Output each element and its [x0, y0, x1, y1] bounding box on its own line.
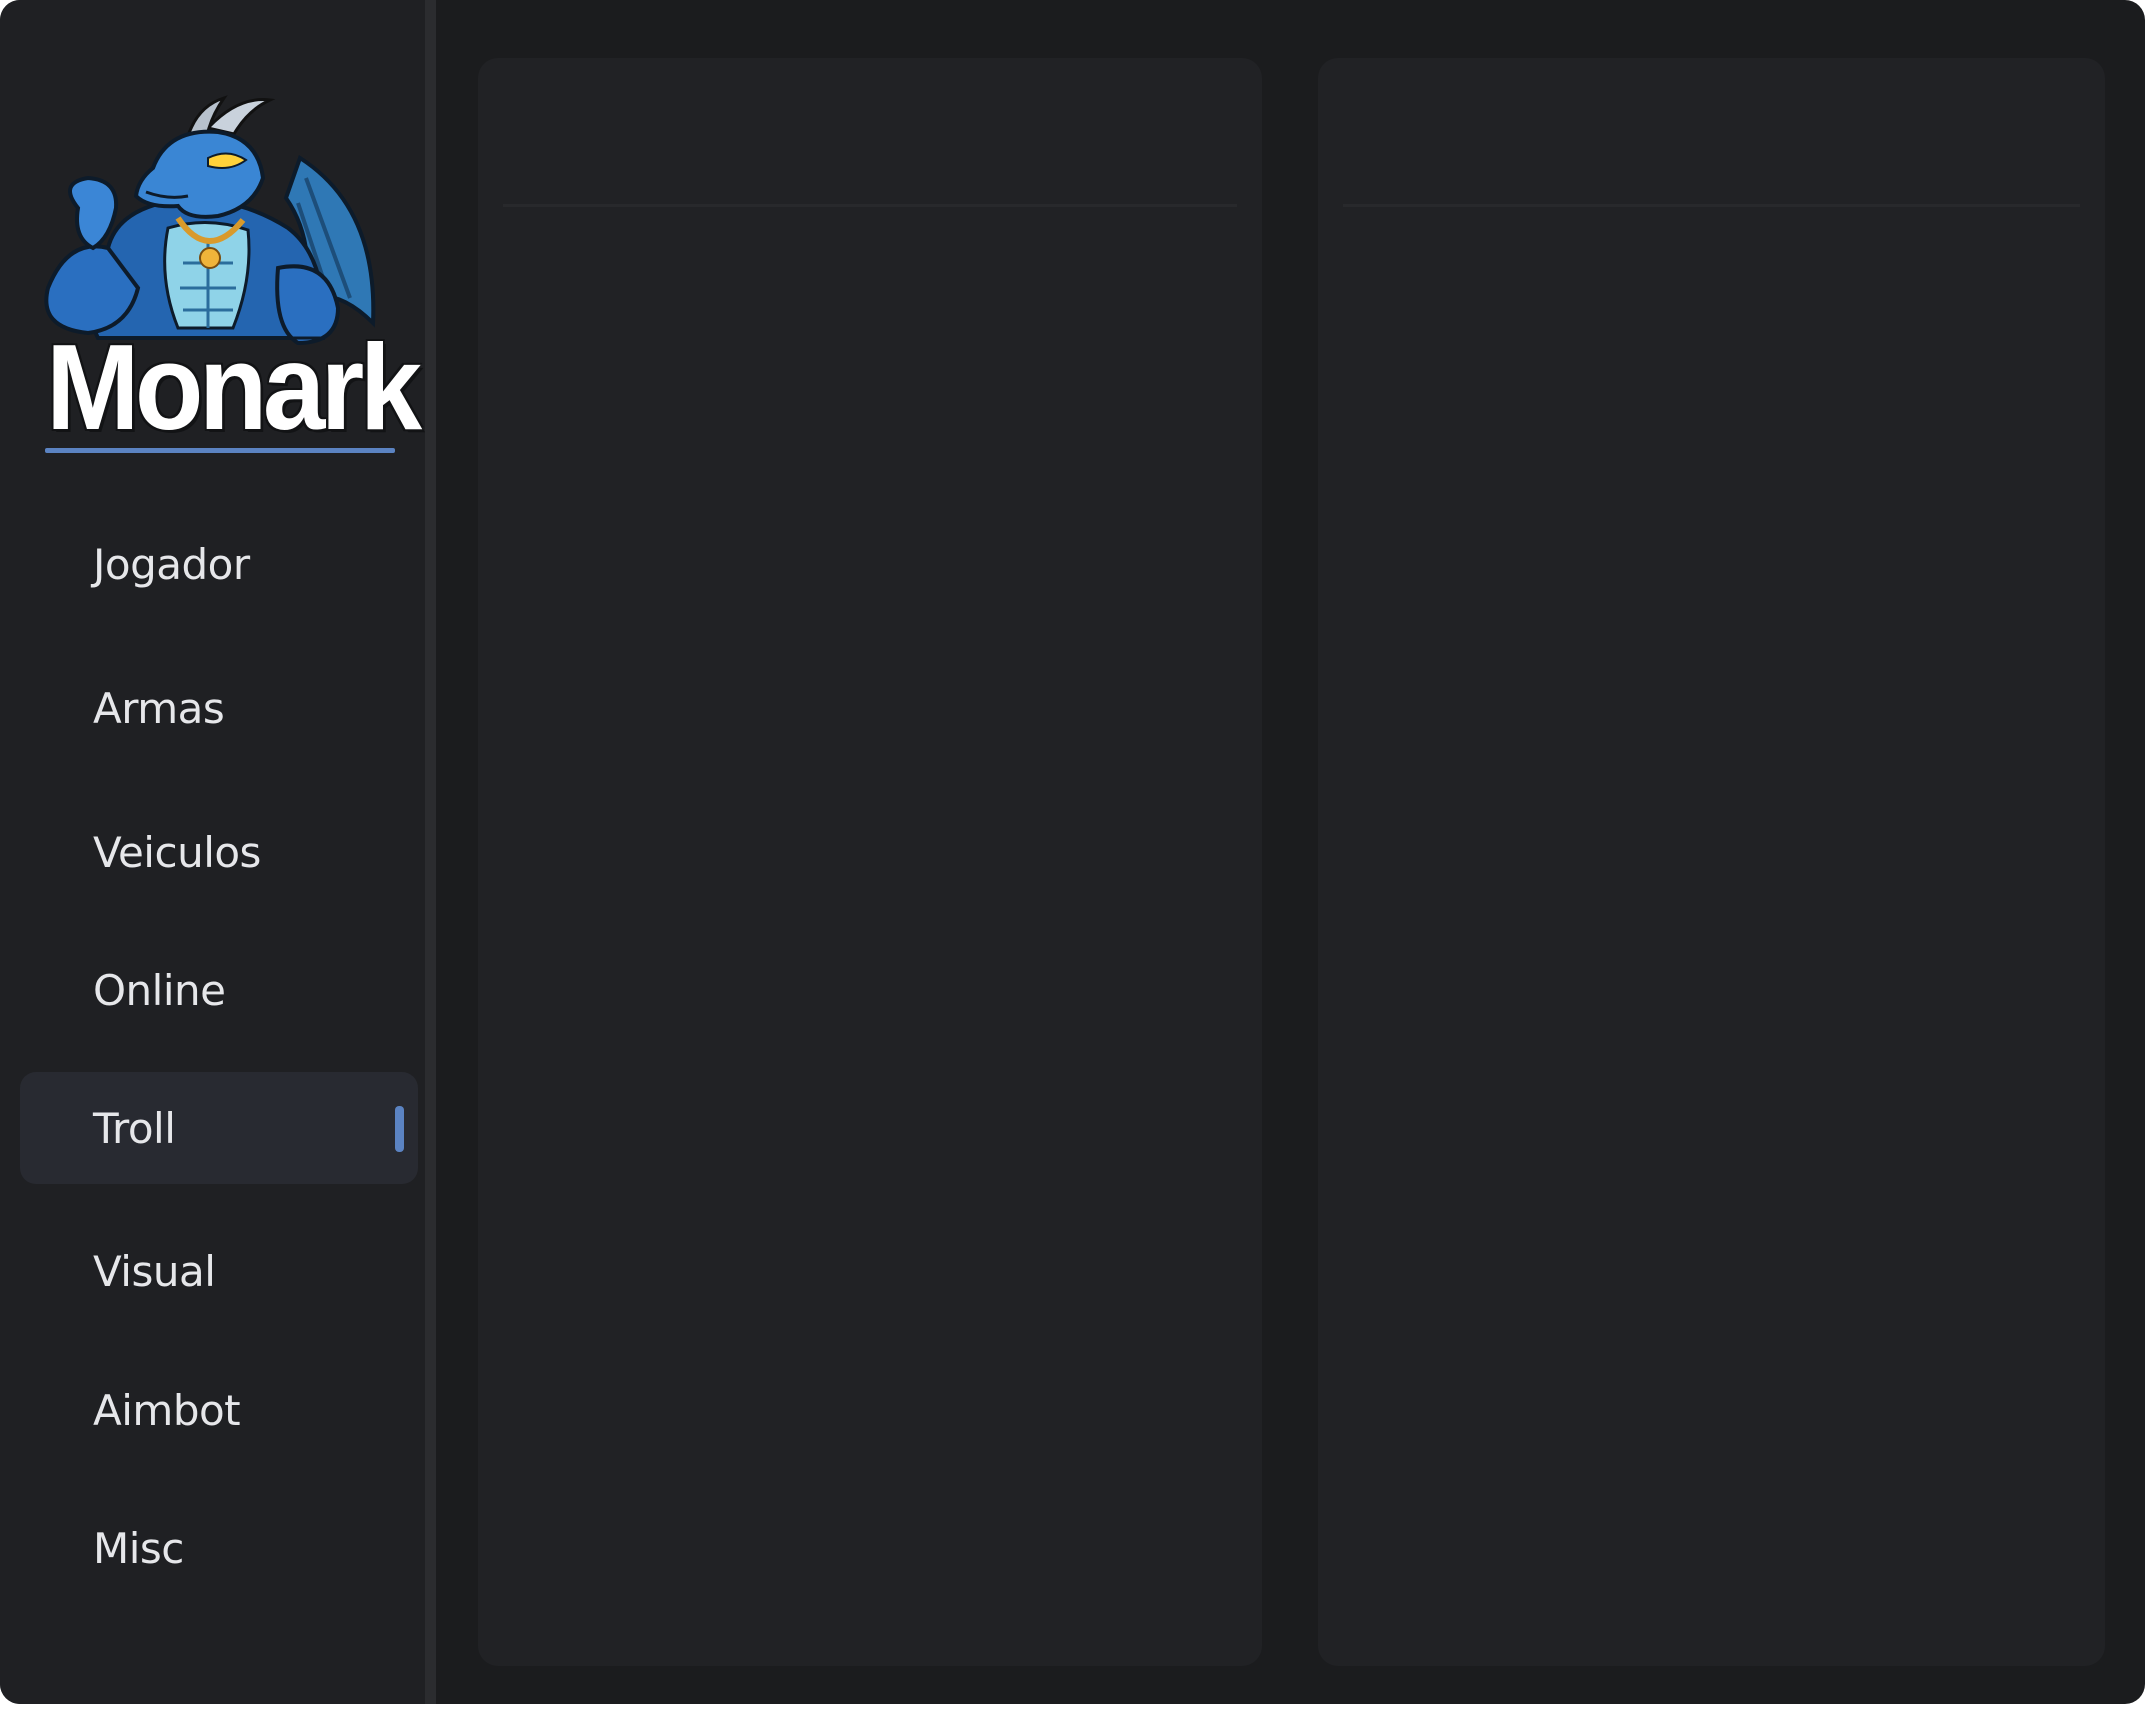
panel-header-divider: [1343, 204, 2080, 207]
content-panel-left: [478, 58, 1262, 1666]
content-panel-right: [1318, 58, 2105, 1666]
sidebar-item-jogador[interactable]: Jogador: [20, 508, 418, 620]
sidebar-item-label: Aimbot: [93, 1385, 241, 1435]
sidebar-item-armas[interactable]: Armas: [20, 652, 418, 764]
sidebar-item-label: Armas: [93, 683, 225, 733]
sidebar-item-label: Troll: [93, 1103, 176, 1153]
app-window: Monark Jogador Armas Veiculos Online Tro…: [0, 0, 2145, 1704]
sidebar-item-label: Veiculos: [93, 827, 261, 877]
brand-logo: Monark: [38, 88, 422, 460]
sidebar-item-troll[interactable]: Troll: [20, 1072, 418, 1184]
sidebar-item-veiculos[interactable]: Veiculos: [20, 796, 418, 908]
sidebar: Monark Jogador Armas Veiculos Online Tro…: [0, 0, 425, 1704]
panel-header-divider: [503, 204, 1237, 207]
brand-name: Monark: [46, 319, 422, 455]
sidebar-item-visual[interactable]: Visual: [20, 1215, 418, 1327]
sidebar-item-misc[interactable]: Misc: [20, 1492, 418, 1604]
sidebar-item-label: Online: [93, 965, 226, 1015]
logo-underline: [45, 448, 395, 453]
sidebar-item-label: Misc: [93, 1523, 184, 1573]
sidebar-item-online[interactable]: Online: [20, 934, 418, 1046]
sidebar-item-label: Visual: [93, 1246, 216, 1296]
sidebar-item-label: Jogador: [93, 539, 250, 589]
sidebar-divider: [425, 0, 436, 1704]
dragon-logo-icon: [44, 95, 376, 346]
sidebar-item-aimbot[interactable]: Aimbot: [20, 1354, 418, 1466]
active-tab-indicator: [395, 1106, 404, 1152]
